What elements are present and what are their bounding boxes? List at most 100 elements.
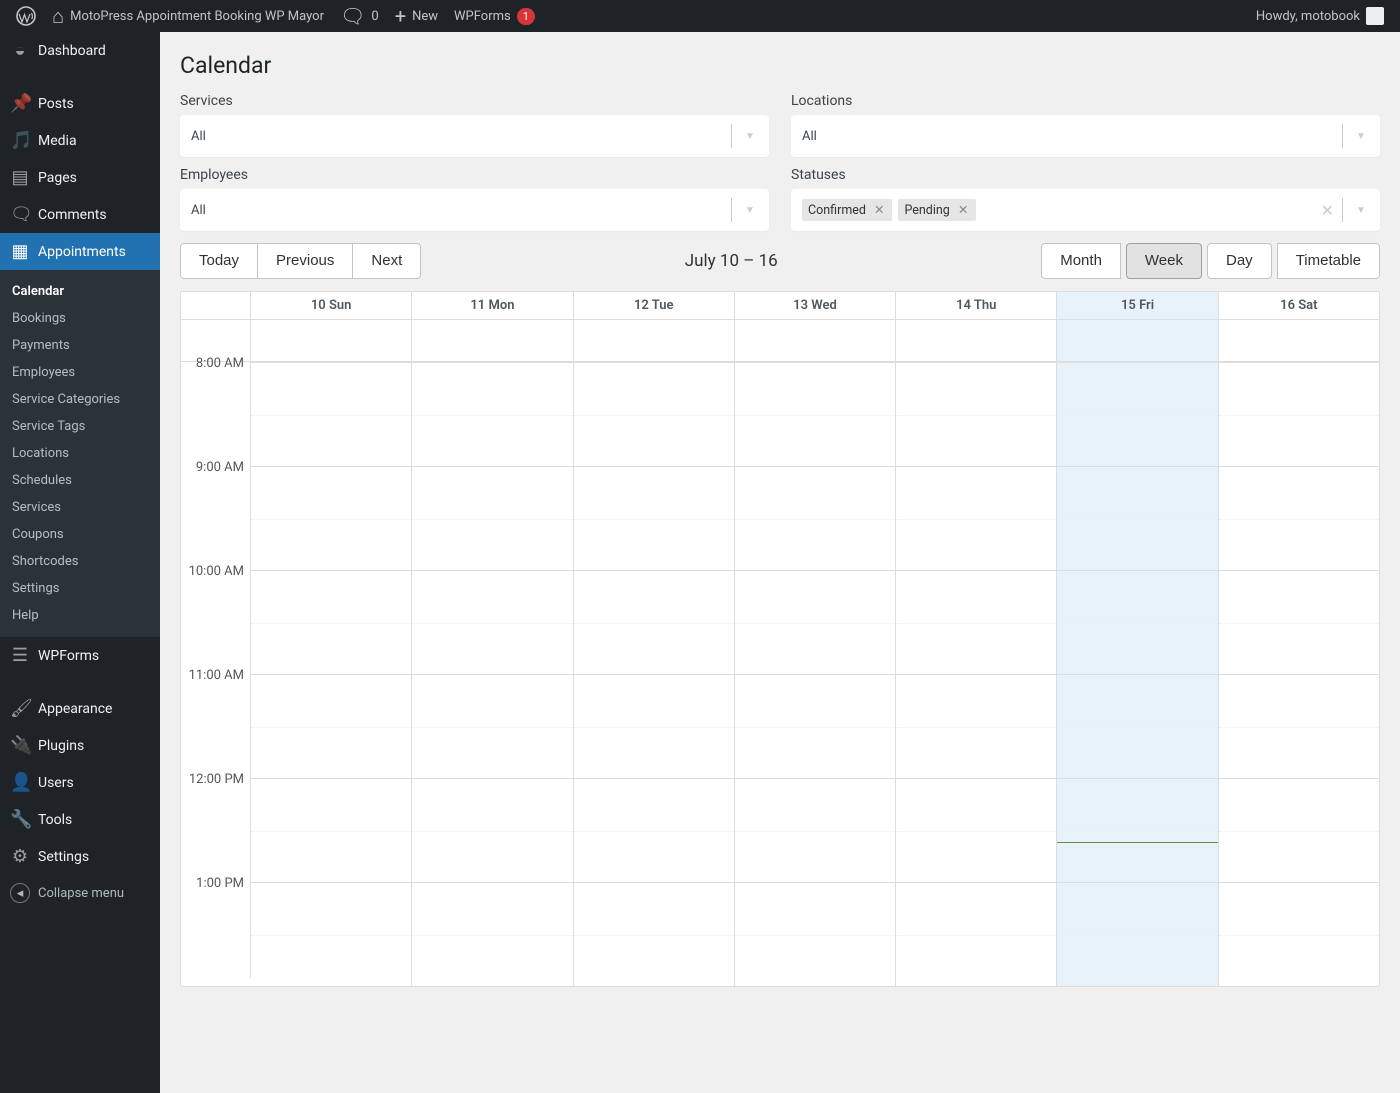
collapse-menu[interactable]: ◂ Collapse menu bbox=[0, 875, 160, 911]
time-slot[interactable] bbox=[412, 882, 573, 986]
view-day-button[interactable]: Day bbox=[1207, 243, 1272, 279]
locations-select[interactable]: All ▼ bbox=[791, 115, 1380, 157]
day-header[interactable]: 16 Sat bbox=[1219, 292, 1379, 319]
menu-posts[interactable]: 📌Posts bbox=[0, 85, 160, 122]
time-slot[interactable] bbox=[574, 674, 735, 778]
time-slot[interactable] bbox=[896, 466, 1057, 570]
view-timetable-button[interactable]: Timetable bbox=[1277, 243, 1380, 279]
employees-select[interactable]: All ▼ bbox=[180, 189, 769, 231]
time-slot[interactable] bbox=[412, 778, 573, 882]
time-slot[interactable] bbox=[896, 362, 1057, 466]
services-select[interactable]: All ▼ bbox=[180, 115, 769, 157]
time-slot[interactable] bbox=[574, 882, 735, 986]
menu-settings[interactable]: ⚙Settings bbox=[0, 838, 160, 875]
submenu-employees[interactable]: Employees bbox=[0, 359, 160, 386]
submenu-locations[interactable]: Locations bbox=[0, 440, 160, 467]
day-header[interactable]: 12 Tue bbox=[574, 292, 735, 319]
clear-tags-icon[interactable]: ✕ bbox=[1313, 201, 1342, 220]
menu-wpforms[interactable]: ☰WPForms bbox=[0, 637, 160, 674]
submenu-shortcodes[interactable]: Shortcodes bbox=[0, 548, 160, 575]
menu-media[interactable]: 🎵Media bbox=[0, 122, 160, 159]
time-slot[interactable] bbox=[251, 778, 412, 882]
time-slot[interactable] bbox=[251, 362, 412, 466]
view-week-button[interactable]: Week bbox=[1126, 243, 1202, 279]
allday-cell[interactable] bbox=[251, 320, 412, 361]
today-button[interactable]: Today bbox=[180, 243, 258, 279]
time-slot[interactable] bbox=[251, 570, 412, 674]
time-slot[interactable] bbox=[412, 362, 573, 466]
submenu-service-categories[interactable]: Service Categories bbox=[0, 386, 160, 413]
menu-pages[interactable]: ▤Pages bbox=[0, 159, 160, 196]
time-slot[interactable] bbox=[896, 882, 1057, 986]
time-slot[interactable] bbox=[1219, 778, 1379, 882]
remove-tag-icon[interactable]: ✕ bbox=[872, 202, 886, 218]
allday-cell[interactable] bbox=[1219, 320, 1379, 361]
submenu-services[interactable]: Services bbox=[0, 494, 160, 521]
time-slot[interactable] bbox=[735, 882, 896, 986]
submenu-calendar[interactable]: Calendar bbox=[0, 278, 160, 305]
comments-link[interactable]: 🗨 0 bbox=[332, 0, 387, 32]
my-account[interactable]: Howdy, motobook bbox=[1248, 0, 1392, 32]
time-slot[interactable] bbox=[251, 466, 412, 570]
day-header[interactable]: 10 Sun bbox=[251, 292, 412, 319]
view-month-button[interactable]: Month bbox=[1041, 243, 1121, 279]
allday-cell[interactable] bbox=[735, 320, 896, 361]
time-slot[interactable] bbox=[896, 778, 1057, 882]
time-slot[interactable] bbox=[735, 674, 896, 778]
time-slot[interactable] bbox=[896, 570, 1057, 674]
time-slot[interactable] bbox=[574, 778, 735, 882]
time-slot[interactable] bbox=[251, 674, 412, 778]
allday-cell[interactable] bbox=[574, 320, 735, 361]
menu-users[interactable]: 👤Users bbox=[0, 764, 160, 801]
wpforms-link[interactable]: WPForms 1 bbox=[446, 0, 543, 32]
submenu-settings[interactable]: Settings bbox=[0, 575, 160, 602]
menu-comments[interactable]: 🗨Comments bbox=[0, 196, 160, 233]
time-slot[interactable] bbox=[735, 778, 896, 882]
time-slot[interactable] bbox=[1219, 466, 1379, 570]
time-slot[interactable] bbox=[1219, 882, 1379, 986]
day-header[interactable]: 11 Mon bbox=[412, 292, 573, 319]
time-slot[interactable] bbox=[574, 466, 735, 570]
new-content[interactable]: + New bbox=[387, 0, 446, 32]
time-slot[interactable] bbox=[735, 570, 896, 674]
remove-tag-icon[interactable]: ✕ bbox=[956, 202, 970, 218]
submenu-coupons[interactable]: Coupons bbox=[0, 521, 160, 548]
menu-appointments[interactable]: ▦Appointments bbox=[0, 233, 160, 270]
time-slot[interactable] bbox=[574, 570, 735, 674]
menu-dashboard[interactable]: ◒Dashboard bbox=[0, 32, 160, 69]
allday-cell[interactable] bbox=[896, 320, 1057, 361]
day-header[interactable]: 13 Wed bbox=[735, 292, 896, 319]
statuses-select[interactable]: Confirmed ✕ Pending ✕ ✕ ▼ bbox=[791, 189, 1380, 231]
time-slot[interactable] bbox=[1057, 362, 1218, 466]
time-slot[interactable] bbox=[1057, 466, 1218, 570]
time-slot[interactable] bbox=[1219, 570, 1379, 674]
time-slot[interactable] bbox=[412, 466, 573, 570]
time-slot[interactable] bbox=[412, 674, 573, 778]
menu-appearance[interactable]: 🖌Appearance bbox=[0, 690, 160, 727]
time-slot[interactable] bbox=[574, 362, 735, 466]
time-slot[interactable] bbox=[251, 882, 412, 986]
allday-cell[interactable] bbox=[1057, 320, 1218, 361]
time-slot[interactable] bbox=[1057, 778, 1218, 882]
time-slot[interactable] bbox=[1219, 674, 1379, 778]
next-button[interactable]: Next bbox=[352, 243, 421, 279]
day-header[interactable]: 15 Fri bbox=[1057, 292, 1218, 319]
previous-button[interactable]: Previous bbox=[257, 243, 353, 279]
allday-cell[interactable] bbox=[412, 320, 573, 361]
submenu-schedules[interactable]: Schedules bbox=[0, 467, 160, 494]
time-slot[interactable] bbox=[1057, 570, 1218, 674]
time-slot[interactable] bbox=[1219, 362, 1379, 466]
day-header[interactable]: 14 Thu bbox=[896, 292, 1057, 319]
menu-plugins[interactable]: 🔌Plugins bbox=[0, 727, 160, 764]
submenu-bookings[interactable]: Bookings bbox=[0, 305, 160, 332]
time-slot[interactable] bbox=[735, 362, 896, 466]
time-slot[interactable] bbox=[735, 466, 896, 570]
time-slot[interactable] bbox=[412, 570, 573, 674]
time-slot[interactable] bbox=[1057, 674, 1218, 778]
submenu-help[interactable]: Help bbox=[0, 602, 160, 629]
menu-tools[interactable]: 🔧Tools bbox=[0, 801, 160, 838]
submenu-payments[interactable]: Payments bbox=[0, 332, 160, 359]
wp-logo[interactable] bbox=[8, 0, 44, 32]
time-slot[interactable] bbox=[896, 674, 1057, 778]
site-home[interactable]: ⌂ MotoPress Appointment Booking WP Mayor bbox=[44, 0, 332, 32]
